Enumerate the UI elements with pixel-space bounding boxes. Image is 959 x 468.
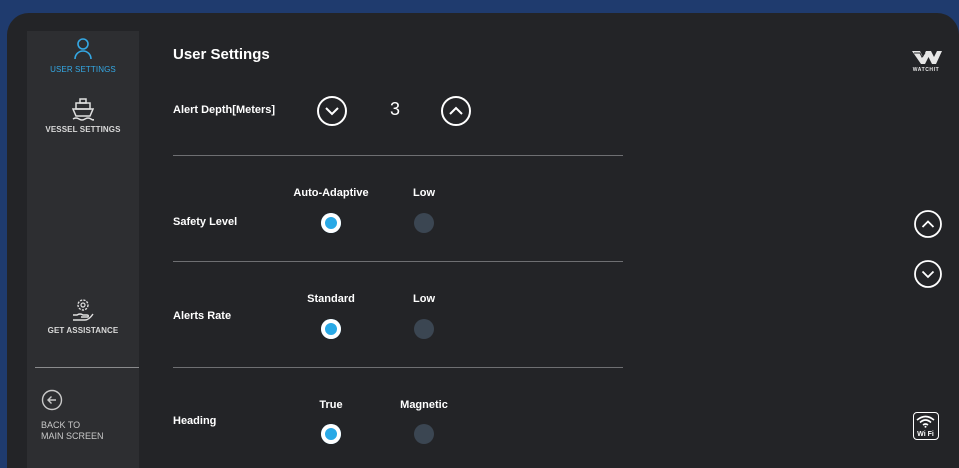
back-label-line2: MAIN SCREEN xyxy=(41,431,104,441)
wifi-label: Wi Fi xyxy=(917,431,934,438)
increase-depth-button[interactable] xyxy=(440,95,472,127)
safety-option-auto-adaptive-label: Auto-Adaptive xyxy=(293,187,369,199)
wifi-status-icon[interactable]: Wi Fi xyxy=(913,412,939,440)
user-icon xyxy=(74,38,92,60)
sidebar-item-user-settings[interactable]: USER SETTINGS xyxy=(27,37,139,74)
alerts-rate-radio-low[interactable] xyxy=(414,319,434,339)
heading-radio-magnetic[interactable] xyxy=(414,424,434,444)
sidebar-divider xyxy=(35,367,139,368)
heading-option-true-label: True xyxy=(319,399,343,411)
ship-icon xyxy=(72,98,94,121)
page-title: User Settings xyxy=(173,46,270,63)
logo-text: WATCHIT xyxy=(912,67,940,73)
divider xyxy=(173,261,623,262)
watchit-logo: WATCHIT xyxy=(906,48,946,78)
alert-depth-label: Alert Depth[Meters] xyxy=(173,104,276,116)
sidebar: USER SETTINGS VESSEL SETTINGS GET ASSIST… xyxy=(27,31,139,468)
heading-radio-true[interactable] xyxy=(321,424,341,444)
safety-level-label: Safety Level xyxy=(173,216,238,228)
back-label-line1: BACK TO xyxy=(41,420,81,430)
sidebar-item-label: GET ASSISTANCE xyxy=(47,326,119,335)
sidebar-item-vessel-settings[interactable]: VESSEL SETTINGS xyxy=(27,97,139,134)
alerts-rate-option-standard-label: Standard xyxy=(307,293,355,305)
arrow-left-circle-icon xyxy=(41,389,63,411)
heading-option-magnetic-label: Magnetic xyxy=(400,399,448,411)
divider xyxy=(173,367,623,368)
safety-option-low-label: Low xyxy=(413,187,435,199)
alerts-rate-option-low-label: Low xyxy=(413,293,435,305)
device-screen: USER SETTINGS VESSEL SETTINGS GET ASSIST… xyxy=(7,13,959,468)
sidebar-item-label: USER SETTINGS xyxy=(50,65,116,74)
sidebar-item-label: VESSEL SETTINGS xyxy=(45,125,121,134)
safety-radio-auto-adaptive[interactable] xyxy=(321,213,341,233)
scroll-up-button[interactable] xyxy=(913,209,943,239)
alerts-rate-radio-standard[interactable] xyxy=(321,319,341,339)
wifi-icon xyxy=(916,415,935,428)
back-to-main-screen-button[interactable]: BACK TO MAIN SCREEN xyxy=(41,389,104,442)
sidebar-item-get-assistance[interactable]: GET ASSISTANCE xyxy=(27,296,139,335)
heading-label: Heading xyxy=(173,415,217,427)
safety-radio-low[interactable] xyxy=(414,213,434,233)
decrease-depth-button[interactable] xyxy=(316,95,348,127)
alert-depth-value: 3 xyxy=(389,99,400,119)
hand-gear-icon xyxy=(73,299,94,321)
scroll-down-button[interactable] xyxy=(913,259,943,289)
divider xyxy=(173,155,623,156)
alerts-rate-label: Alerts Rate xyxy=(173,310,232,322)
